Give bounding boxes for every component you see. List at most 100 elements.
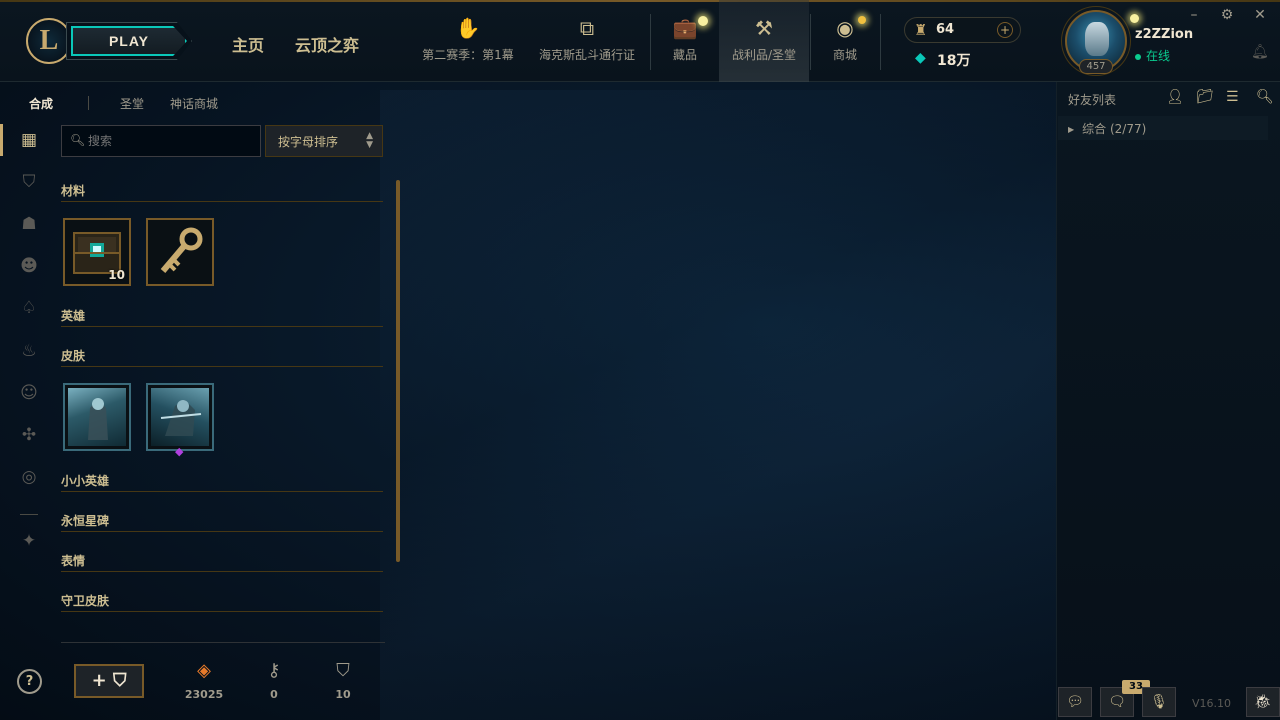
chevron-right-icon: ▶ xyxy=(1068,125,1075,134)
blue-essence-icon: ◆ xyxy=(915,50,926,66)
sidebar-divider xyxy=(20,514,38,515)
key-fragment-amount: 0 xyxy=(270,688,278,701)
search-field[interactable]: 🔍︎ xyxy=(61,125,261,157)
microphone-icon: 🎙︎ xyxy=(1150,694,1168,710)
filter-active-indicator xyxy=(0,124,3,156)
riot-points-amount: 64 xyxy=(936,22,955,37)
key-fragment-stat: ⚷ 0 xyxy=(244,660,304,701)
nav-loot[interactable]: ⚒ 战利品/圣堂 xyxy=(724,10,804,82)
section-materials: 材料 xyxy=(61,182,383,202)
bell-icon[interactable]: 🔔︎ xyxy=(1251,44,1269,60)
footer-divider xyxy=(61,642,385,643)
notification-glow xyxy=(698,16,708,26)
client-version: V16.10 xyxy=(1192,697,1232,710)
buy-rp-button[interactable]: + xyxy=(997,22,1013,38)
orange-essence-amount: 23025 xyxy=(184,688,224,701)
scrollbar[interactable] xyxy=(396,180,400,562)
blue-essence-amount: 18万 xyxy=(937,53,971,69)
bug-icon: 🐞︎ xyxy=(1254,694,1272,710)
sort-dropdown[interactable]: 按字母排序 ▲ ▼ xyxy=(265,125,383,157)
play-button[interactable]: PLAY xyxy=(66,22,192,60)
section-little-legends: 小小英雄 xyxy=(61,472,383,492)
emote-icon[interactable]: ☺ xyxy=(18,382,40,404)
chest-icon: ⛉ xyxy=(112,670,127,691)
flame-icon[interactable]: ♨ xyxy=(18,340,40,362)
nav-tft[interactable]: 云顶之弈 xyxy=(295,32,359,56)
orange-essence-stat: ◈ 23025 xyxy=(174,660,234,701)
nav-divider xyxy=(810,14,811,70)
riot-points-icon: ♜ xyxy=(914,21,928,39)
chest-amount: 10 xyxy=(335,688,351,701)
friends-list-title: 好友列表 xyxy=(1068,93,1117,107)
chevron-updown-icon: ▲ ▼ xyxy=(366,131,373,150)
add-folder-icon[interactable]: 📁︎ xyxy=(1196,89,1214,105)
play-button-label: PLAY xyxy=(71,26,187,56)
add-friend-icon[interactable]: 👤︎ xyxy=(1166,89,1184,105)
ward-icon[interactable]: ♤ xyxy=(18,297,40,319)
search-icon: 🔍︎ xyxy=(70,133,86,147)
friend-group-general[interactable]: ▶ 综合 (2/77) xyxy=(1058,116,1268,140)
chest-icon: ⛉ xyxy=(336,660,350,681)
voice-button[interactable]: 🎙︎ xyxy=(1142,687,1176,717)
help-button[interactable]: ? xyxy=(17,669,42,694)
store-notification-dot xyxy=(858,16,866,24)
level-badge: 457 xyxy=(1079,59,1113,74)
league-logo[interactable]: L xyxy=(26,18,72,64)
item-count: 10 xyxy=(108,268,125,282)
skin-art-icon xyxy=(68,388,126,446)
skin-mask-icon[interactable]: ☻ xyxy=(18,255,40,277)
friends-panel xyxy=(1056,82,1280,720)
search-input[interactable] xyxy=(88,131,256,151)
sort-label: 按字母排序 xyxy=(278,135,339,149)
minimize-icon[interactable]: – xyxy=(1185,7,1203,23)
orange-essence-icon: ◈ xyxy=(197,660,211,681)
add-chest-button[interactable]: + ⛉ xyxy=(74,664,144,698)
section-skins: 皮肤 xyxy=(61,347,383,367)
league-client-window: L PLAY 主页 云顶之弈 ✋ 第二赛季：第1幕 ⧉ 海克斯乱斗通行证 💼 藏… xyxy=(0,0,1280,720)
loot-item-skin-shard[interactable] xyxy=(146,383,214,451)
nav-event-pass[interactable]: ⧉ 海克斯乱斗通行证 xyxy=(534,10,640,82)
rarity-gem-icon: ◆ xyxy=(175,445,184,458)
loot-icon: ⚒ xyxy=(755,16,773,40)
eternals-icon[interactable]: ✦ xyxy=(18,530,40,552)
close-icon[interactable]: ✕ xyxy=(1251,7,1269,23)
nav-divider xyxy=(880,14,881,70)
avatar-glow xyxy=(1130,14,1139,23)
gear-icon[interactable]: ⚙ xyxy=(1218,7,1236,23)
online-status[interactable]: 在线 xyxy=(1135,47,1170,64)
tab-sanctum[interactable]: 圣堂 xyxy=(120,95,144,112)
skin-art-icon xyxy=(151,388,209,446)
tab-craft[interactable]: 合成 xyxy=(29,95,53,112)
profile-icon[interactable]: ◎ xyxy=(18,466,40,488)
loot-item-hextech-chest[interactable]: 10 xyxy=(63,218,131,286)
search-icon[interactable]: 🔍︎ xyxy=(1256,89,1274,105)
section-emotes: 表情 xyxy=(61,552,383,572)
tab-mythic-shop[interactable]: 神话商城 xyxy=(170,95,218,112)
chat-button[interactable]: 💬︎ xyxy=(1058,687,1092,717)
chat-icon: 💬︎ xyxy=(1066,694,1084,710)
store-icon: ◉ xyxy=(836,16,854,40)
section-ward-skins: 守卫皮肤 xyxy=(61,592,383,612)
nav-divider xyxy=(650,14,651,70)
event-pass-icon: ⧉ xyxy=(579,16,595,40)
section-champions: 英雄 xyxy=(61,307,383,327)
key-icon xyxy=(151,223,209,281)
key-fragment-icon: ⚷ xyxy=(267,660,281,681)
pass-icon: ✋ xyxy=(455,16,481,40)
grid-all-icon[interactable]: ▦ xyxy=(18,129,40,151)
messages-icon: 🗨︎ xyxy=(1108,694,1126,710)
champion-helmet-icon[interactable]: ☗ xyxy=(18,213,40,235)
nav-season-pass[interactable]: ✋ 第二赛季：第1幕 xyxy=(418,10,518,82)
report-bug-button[interactable]: 🐞︎ xyxy=(1246,687,1280,717)
loot-item-skin-shard[interactable] xyxy=(63,383,131,451)
chest-stat: ⛉ 10 xyxy=(313,660,373,701)
nav-home[interactable]: 主页 xyxy=(232,32,264,56)
chest-filter-icon[interactable]: ⛉ xyxy=(18,171,40,193)
username[interactable]: z2ZZion xyxy=(1135,27,1193,42)
status-dot xyxy=(1135,53,1141,60)
section-eternals: 永恒星碑 xyxy=(61,512,383,532)
little-legend-icon[interactable]: ✣ xyxy=(18,424,40,446)
loot-item-hextech-key[interactable] xyxy=(146,218,214,286)
list-view-icon[interactable]: ☰ xyxy=(1226,89,1239,105)
tab-divider xyxy=(88,96,89,110)
